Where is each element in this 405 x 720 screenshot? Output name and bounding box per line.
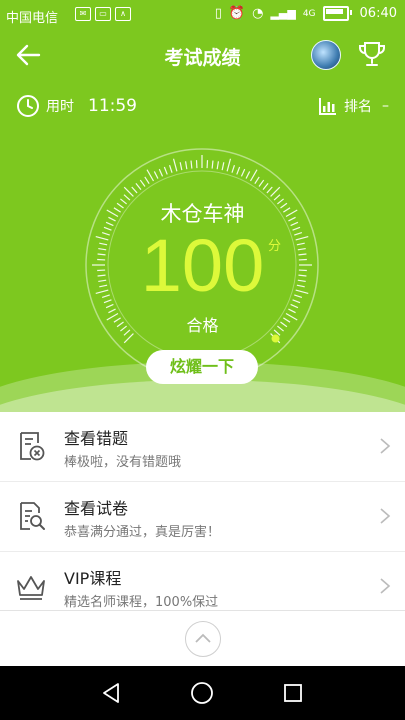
gauge-tick (184, 161, 188, 170)
time-used: 用时 11:59 (16, 94, 137, 118)
time-value: 11:59 (88, 96, 137, 116)
top-nav: 考试成绩 (0, 30, 405, 80)
page-title: 考试成绩 (164, 47, 241, 69)
menu-item-wrong-questions[interactable]: 查看错题 棒极啦，没有错题哦 (0, 412, 405, 482)
back-triangle-icon[interactable] (98, 680, 124, 706)
home-circle-icon[interactable] (189, 680, 215, 706)
chevron-right-icon (380, 508, 391, 524)
gauge-tick (190, 160, 193, 169)
status-bar: 中国电信 ✉ ▭ ∧ ▯ ⏰ ◔ ▂▄▆ 4G 06:40 (0, 0, 405, 30)
rank-value: – (382, 98, 389, 114)
menu-title: VIP课程 (64, 569, 122, 588)
gauge-tick (270, 186, 281, 197)
notification-icons: ✉ ▭ ∧ (75, 7, 131, 21)
score-value: 100 (140, 224, 265, 307)
gauge-tick (231, 164, 236, 173)
gauge-tick (123, 186, 134, 197)
gauge-tick (144, 176, 150, 184)
gauge-tick (139, 179, 146, 187)
gauge-tick (258, 179, 265, 187)
network-type: 4G (302, 8, 316, 19)
menu-item-view-paper[interactable]: 查看试卷 恭喜满分通过，真是厉害！ (0, 482, 405, 552)
time-label: 用时 (46, 99, 74, 115)
recents-square-icon[interactable] (280, 680, 306, 706)
menu-list: 查看错题 棒极啦，没有错题哦 查看试卷 恭喜满分通过，真是厉害！ VIP课程 精… (0, 412, 405, 622)
gauge-tick (158, 168, 164, 177)
gauge-tick (168, 164, 173, 173)
menu-subtitle: 精选名师课程，100%保过 (64, 595, 219, 610)
gauge-tick (245, 171, 251, 179)
trophy-icon[interactable] (356, 38, 388, 70)
app-icon: ∧ (115, 7, 131, 21)
crown-icon (17, 576, 45, 600)
gauge-tick (249, 169, 258, 182)
gauge-tick (146, 169, 155, 182)
clock-icon (17, 95, 39, 117)
chevron-right-icon (380, 438, 391, 454)
bottom-bar (0, 610, 405, 667)
gauge-tick (163, 166, 168, 175)
bar-chart-icon (319, 98, 336, 115)
gauge-tick (179, 162, 183, 171)
alarm-icon: ⏰ (228, 6, 246, 21)
system-nav-bar (0, 666, 405, 720)
menu-title: 查看试卷 (64, 499, 129, 518)
grade-text: 合格 (186, 316, 219, 335)
gauge-tick (266, 186, 273, 194)
gauge-tick (262, 183, 269, 190)
show-off-button[interactable]: 炫耀一下 (146, 350, 258, 384)
gauge-tick (172, 158, 178, 172)
gauge-tick (211, 160, 214, 169)
clock-time: 06:40 (359, 6, 397, 21)
gauge-tick (153, 171, 159, 179)
menu-title: 查看错题 (64, 429, 129, 448)
scroll-up-button[interactable] (185, 621, 221, 657)
menu-subtitle: 恭喜满分通过，真是厉害！ (64, 525, 221, 540)
wifi-icon: ◔ (252, 6, 264, 21)
mail-icon: ✉ (75, 7, 91, 21)
score-unit: 分 (268, 239, 282, 254)
rank-label: 排名 (344, 99, 372, 115)
bus-icon: ▭ (95, 7, 111, 21)
status-right: ▯ ⏰ ◔ ▂▄▆ 4G 06:40 (215, 6, 397, 21)
gauge-tick (135, 183, 142, 190)
gauge-tick (216, 161, 220, 170)
view-paper-icon (20, 502, 45, 530)
avatar[interactable] (311, 40, 341, 70)
gauge-tick (240, 168, 246, 177)
menu-subtitle: 棒极啦，没有错题哦 (64, 455, 182, 470)
rank[interactable]: 排名 – (318, 96, 389, 116)
score-hero: 考试成绩 用时 11:59 排名 – 木仓车神 100 分 合格 炫耀一下 (0, 30, 405, 412)
gauge-tick (221, 162, 225, 171)
gauge-tick (131, 186, 138, 194)
gauge-tick (254, 176, 260, 184)
gauge-tick (226, 158, 232, 172)
carrier-name: 中国电信 (6, 11, 59, 26)
chevron-right-icon (380, 578, 391, 594)
wrong-questions-icon (20, 432, 45, 461)
gauge-tick (236, 166, 241, 175)
signal-icon: ▂▄▆ (270, 7, 296, 20)
battery-icon (322, 6, 352, 21)
vibrate-icon: ▯ (214, 6, 222, 21)
